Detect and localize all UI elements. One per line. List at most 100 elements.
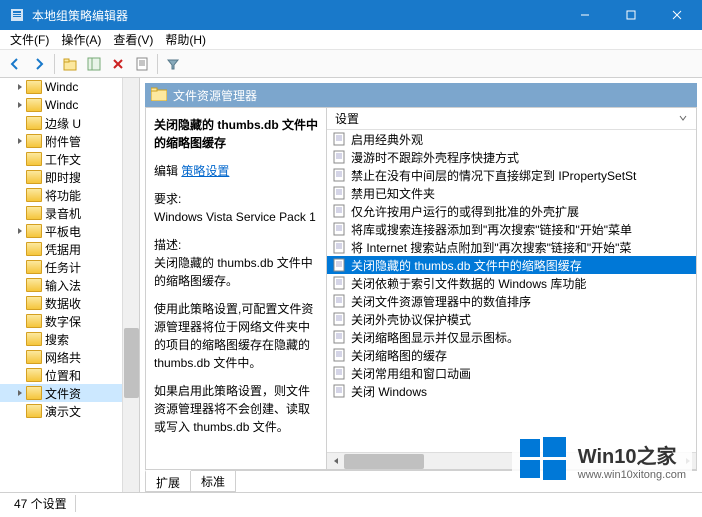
expand-toggle-icon — [14, 279, 26, 291]
description-panel: 关闭隐藏的 thumbs.db 文件中的缩略图缓存 编辑 策略设置 要求: Wi… — [146, 108, 326, 469]
tree-item[interactable]: 位置和 — [0, 366, 139, 384]
tree-scrollbar[interactable] — [122, 78, 139, 492]
tree-item[interactable]: 附件管 — [0, 132, 139, 150]
list-item[interactable]: 将 Internet 搜索站点附加到"再次搜索"链接和"开始"菜 — [327, 238, 696, 256]
menubar: 文件(F) 操作(A) 查看(V) 帮助(H) — [0, 30, 702, 50]
close-button[interactable] — [654, 0, 700, 30]
panel-header: 文件资源管理器 — [145, 83, 697, 107]
folder-icon — [26, 170, 42, 184]
folder-icon — [26, 314, 42, 328]
menu-action[interactable]: 操作(A) — [55, 29, 107, 50]
list-hscroll-thumb[interactable] — [344, 454, 424, 469]
folder-icon — [26, 242, 42, 256]
minimize-button[interactable] — [562, 0, 608, 30]
list-item[interactable]: 仅允许按用户运行的或得到批准的外壳扩展 — [327, 202, 696, 220]
tree-item[interactable]: 搜索 — [0, 330, 139, 348]
tree-item[interactable]: 演示文 — [0, 402, 139, 420]
expand-toggle-icon[interactable] — [14, 81, 26, 93]
settings-list-panel: 设置 启用经典外观漫游时不跟踪外壳程序快捷方式禁止在没有中间层的情况下直接绑定到… — [326, 108, 696, 469]
tree-item[interactable]: 凭据用 — [0, 240, 139, 258]
list-item[interactable]: 将库或搜索连接器添加到"再次搜索"链接和"开始"菜单 — [327, 220, 696, 238]
tree-item[interactable]: 录音机 — [0, 204, 139, 222]
tree-item[interactable]: 即时搜 — [0, 168, 139, 186]
expand-toggle-icon — [14, 243, 26, 255]
tree-scrollbar-thumb[interactable] — [124, 328, 139, 398]
list-item[interactable]: 禁止在没有中间层的情况下直接绑定到 IPropertySetSt — [327, 166, 696, 184]
menu-view[interactable]: 查看(V) — [107, 29, 159, 50]
list-item[interactable]: 禁用已知文件夹 — [327, 184, 696, 202]
tree-item-label: 即时搜 — [45, 169, 81, 186]
tree-item[interactable]: 任务计 — [0, 258, 139, 276]
folder-icon — [26, 368, 42, 382]
tree-item[interactable]: 数据收 — [0, 294, 139, 312]
tree-item-label: Windc — [45, 98, 78, 112]
windows-logo-icon — [518, 435, 568, 485]
settings-column-header[interactable]: 设置 — [327, 108, 696, 130]
forward-button[interactable] — [28, 53, 50, 75]
titlebar: 本地组策略编辑器 — [0, 0, 702, 30]
description-text-1: 关闭隐藏的 thumbs.db 文件中的缩略图缓存。 — [154, 254, 318, 290]
tree-item-label: 数据收 — [45, 295, 81, 312]
expand-toggle-icon[interactable] — [14, 135, 26, 147]
list-item[interactable]: 关闭外壳协议保护模式 — [327, 310, 696, 328]
tree-item[interactable]: 网络共 — [0, 348, 139, 366]
folder-icon — [26, 386, 42, 400]
tab-extended[interactable]: 扩展 — [145, 470, 191, 492]
expand-toggle-icon — [14, 153, 26, 165]
list-item[interactable]: 关闭 Windows — [327, 382, 696, 400]
tree-item[interactable]: 文件资 — [0, 384, 139, 402]
scroll-left-button[interactable] — [327, 453, 344, 470]
app-icon — [8, 6, 26, 24]
folder-icon — [26, 116, 42, 130]
menu-file[interactable]: 文件(F) — [4, 29, 55, 50]
list-item[interactable]: 关闭文件资源管理器中的数值排序 — [327, 292, 696, 310]
list-item-label: 启用经典外观 — [351, 131, 423, 148]
tab-standard[interactable]: 标准 — [190, 471, 236, 492]
tree-item[interactable]: 平板电 — [0, 222, 139, 240]
list-item[interactable]: 启用经典外观 — [327, 130, 696, 148]
details-panel: 文件资源管理器 关闭隐藏的 thumbs.db 文件中的缩略图缓存 编辑 策略设… — [140, 78, 702, 492]
list-item[interactable]: 关闭常用组和窗口动画 — [327, 364, 696, 382]
folder-icon — [26, 278, 42, 292]
tree-item[interactable]: 数字保 — [0, 312, 139, 330]
expand-toggle-icon[interactable] — [14, 99, 26, 111]
list-item[interactable]: 漫游时不跟踪外壳程序快捷方式 — [327, 148, 696, 166]
expand-toggle-icon[interactable] — [14, 387, 26, 399]
expand-toggle-icon — [14, 261, 26, 273]
policy-icon — [331, 293, 347, 309]
tree-item[interactable]: 工作文 — [0, 150, 139, 168]
tree-item[interactable]: 边缘 U — [0, 114, 139, 132]
tree-item[interactable]: 将功能 — [0, 186, 139, 204]
tree-item[interactable]: 输入法 — [0, 276, 139, 294]
folder-icon — [26, 404, 42, 418]
tree-item-label: 任务计 — [45, 259, 81, 276]
statusbar: 47 个设置 — [0, 492, 702, 514]
list-item-label: 关闭 Windows — [351, 383, 427, 400]
list-item-label: 漫游时不跟踪外壳程序快捷方式 — [351, 149, 519, 166]
list-item-label: 关闭依赖于索引文件数据的 Windows 库功能 — [351, 275, 586, 292]
policy-title: 关闭隐藏的 thumbs.db 文件中的缩略图缓存 — [154, 116, 318, 152]
list-item[interactable]: 关闭缩略图显示并仅显示图标。 — [327, 328, 696, 346]
folder-icon — [26, 296, 42, 310]
requirements-label: 要求: — [154, 190, 318, 208]
filter-button[interactable] — [162, 53, 184, 75]
list-item[interactable]: 关闭依赖于索引文件数据的 Windows 库功能 — [327, 274, 696, 292]
menu-help[interactable]: 帮助(H) — [159, 29, 212, 50]
up-button[interactable] — [59, 53, 81, 75]
expand-toggle-icon — [14, 207, 26, 219]
expand-toggle-icon[interactable] — [14, 225, 26, 237]
show-hide-tree-button[interactable] — [83, 53, 105, 75]
back-button[interactable] — [4, 53, 26, 75]
list-item[interactable]: 关闭隐藏的 thumbs.db 文件中的缩略图缓存 — [327, 256, 696, 274]
properties-button[interactable] — [131, 53, 153, 75]
list-item[interactable]: 关闭缩略图的缓存 — [327, 346, 696, 364]
maximize-button[interactable] — [608, 0, 654, 30]
delete-button[interactable] — [107, 53, 129, 75]
tree-item[interactable]: Windc — [0, 96, 139, 114]
edit-policy-link[interactable]: 策略设置 — [181, 164, 229, 178]
tree-item[interactable]: Windc — [0, 78, 139, 96]
toolbar — [0, 50, 702, 78]
folder-icon — [26, 350, 42, 364]
policy-icon — [331, 365, 347, 381]
list-item-label: 关闭缩略图的缓存 — [351, 347, 447, 364]
